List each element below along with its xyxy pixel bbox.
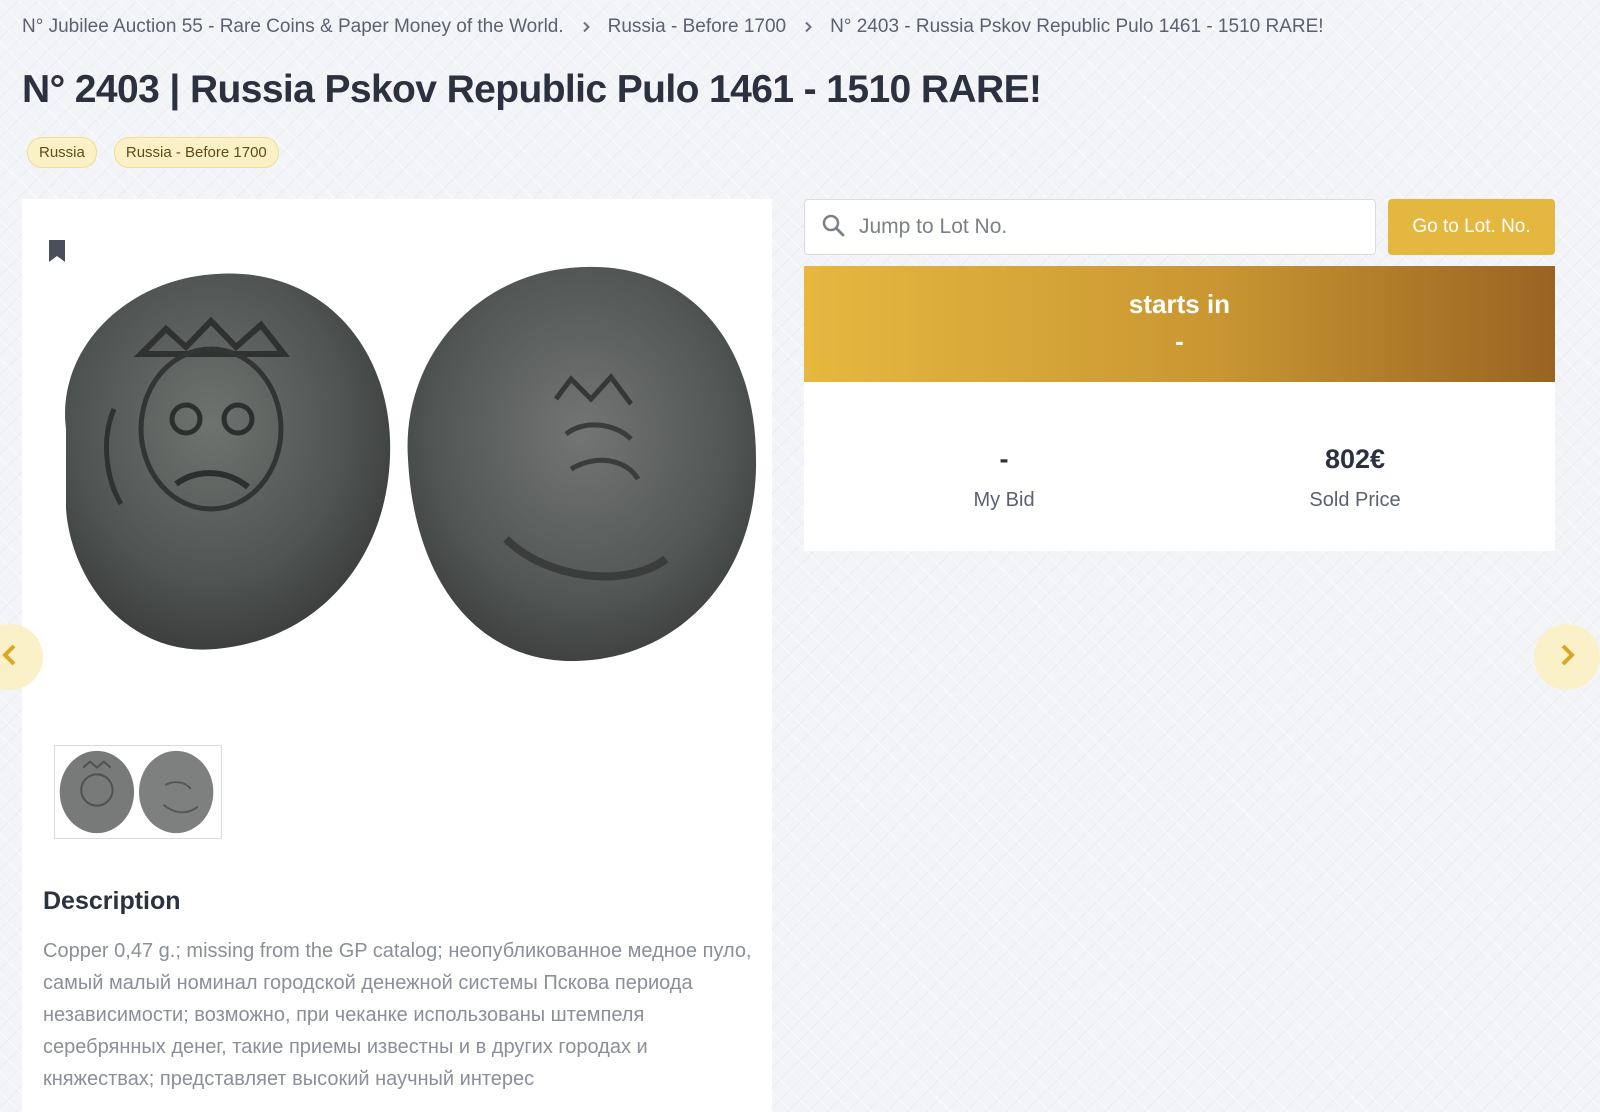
- breadcrumb: N° Jubilee Auction 55 - Rare Coins & Pap…: [22, 16, 1324, 38]
- breadcrumb-auction[interactable]: N° Jubilee Auction 55 - Rare Coins & Pap…: [22, 16, 564, 38]
- chevron-left-icon: [0, 644, 21, 671]
- page-title: N° 2403 | Russia Pskov Republic Pulo 146…: [22, 68, 1042, 111]
- sold-price-stat: 802€ Sold Price: [1235, 444, 1475, 512]
- coin-reverse: [407, 266, 757, 662]
- bid-panel: - My Bid 802€ Sold Price: [804, 382, 1555, 551]
- coin-main-image[interactable]: [26, 259, 768, 679]
- tag-russia[interactable]: Russia: [27, 137, 97, 168]
- my-bid-value: -: [999, 444, 1009, 474]
- chevron-right-icon: [786, 16, 830, 38]
- go-to-lot-button[interactable]: Go to Lot. No.: [1388, 199, 1555, 255]
- search-icon: [821, 213, 845, 242]
- description-heading: Description: [43, 887, 181, 915]
- thumbnail-image[interactable]: [54, 745, 222, 839]
- lot-search-box: [804, 199, 1376, 255]
- chevron-right-icon: [564, 16, 608, 38]
- sold-price-label: Sold Price: [1309, 489, 1401, 511]
- coin-obverse: [65, 273, 391, 650]
- sold-price-value: 802€: [1324, 444, 1386, 474]
- lot-number-input[interactable]: [859, 215, 1349, 239]
- countdown-label: starts in: [1128, 289, 1231, 319]
- breadcrumb-category[interactable]: Russia - Before 1700: [608, 16, 787, 38]
- my-bid-label: My Bid: [973, 489, 1035, 511]
- tag-russia-before-1700[interactable]: Russia - Before 1700: [113, 137, 279, 168]
- next-lot-button[interactable]: [1534, 624, 1600, 690]
- countdown-banner: starts in -: [804, 266, 1555, 382]
- lot-image-card: Description Copper 0,47 g.; missing from…: [22, 199, 772, 1112]
- chevron-right-icon: [1556, 644, 1578, 671]
- description-text: Copper 0,47 g.; missing from the GP cata…: [43, 940, 752, 1090]
- breadcrumb-current-lot: N° 2403 - Russia Pskov Republic Pulo 146…: [830, 16, 1324, 37]
- countdown-value: -: [1175, 326, 1184, 356]
- my-bid-stat: - My Bid: [884, 444, 1124, 512]
- tag-list: Russia Russia - Before 1700: [27, 137, 279, 168]
